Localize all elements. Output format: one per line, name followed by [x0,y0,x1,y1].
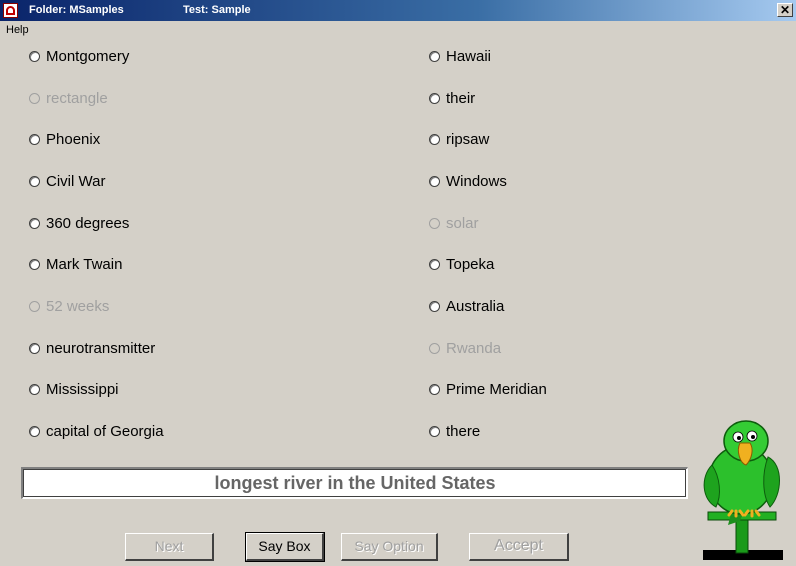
radio-button[interactable] [429,175,440,187]
say-option-button[interactable]: Say Option [341,533,438,561]
option-label: 52 weeks [46,297,110,315]
option-label: Topeka [446,255,495,273]
menu-bar: Help [0,21,796,39]
option-label: Mark Twain [46,255,123,273]
option-label: their [446,89,476,107]
answer-option[interactable]: Civil War [29,171,105,191]
radio-button[interactable] [29,50,40,62]
option-label: rectangle [46,89,108,107]
answer-option[interactable]: 360 degrees [29,213,129,233]
close-button[interactable]: ✕ [777,3,793,17]
answer-option[interactable]: ripsaw [429,129,489,149]
radio-button[interactable] [429,50,440,62]
radio-button[interactable] [29,92,40,104]
answer-option[interactable]: Hawaii [429,46,491,66]
radio-button[interactable] [429,342,440,354]
radio-button[interactable] [29,258,40,270]
radio-button[interactable] [429,300,440,312]
answer-option[interactable]: Prime Meridian [429,379,547,399]
radio-button[interactable] [429,383,440,395]
test-title: Test: Sample [183,4,251,16]
accept-button[interactable]: Accept [469,533,569,561]
option-label: Mississippi [46,380,119,398]
radio-button[interactable] [29,342,40,354]
option-label: neurotransmitter [46,339,156,357]
parrot-icon [703,420,783,560]
radio-button[interactable] [29,133,40,145]
option-label: there [446,422,481,440]
option-label: Hawaii [446,47,492,65]
option-label: Prime Meridian [446,380,547,398]
answer-option[interactable]: their [429,88,475,108]
menu-help[interactable]: Help [6,24,29,36]
answer-option[interactable]: Montgomery [29,46,129,66]
option-label: capital of Georgia [46,422,164,440]
radio-button[interactable] [429,258,440,270]
radio-button[interactable] [29,300,40,312]
question-text: longest river in the United States [214,473,496,493]
answer-option[interactable]: Rwanda [429,338,501,358]
radio-button[interactable] [29,425,40,437]
next-button[interactable]: Next [125,533,214,561]
radio-button[interactable] [29,217,40,229]
option-label: Windows [446,172,507,190]
radio-button[interactable] [429,425,440,437]
answer-option[interactable]: solar [429,213,479,233]
option-label: Montgomery [46,47,130,65]
question-box: longest river in the United States [21,467,688,499]
answer-option[interactable]: Phoenix [29,129,100,149]
answer-option[interactable]: Australia [429,296,504,316]
option-label: Phoenix [46,130,101,148]
answer-option[interactable]: capital of Georgia [29,421,164,441]
option-label: Rwanda [446,339,502,357]
radio-button[interactable] [29,383,40,395]
close-icon: ✕ [779,3,791,17]
answer-option[interactable]: there [429,421,480,441]
radio-button[interactable] [429,133,440,145]
answer-option[interactable]: 52 weeks [29,296,109,316]
answer-option[interactable]: neurotransmitter [29,338,155,358]
answer-option[interactable]: Mark Twain [29,254,122,274]
option-label: ripsaw [446,130,490,148]
answer-option[interactable]: Topeka [429,254,494,274]
radio-button[interactable] [29,175,40,187]
answer-option[interactable]: rectangle [29,88,108,108]
radio-button[interactable] [429,92,440,104]
answer-option[interactable]: Mississippi [29,379,119,399]
say-box-button[interactable]: Say Box [245,532,325,562]
option-label: Australia [446,297,505,315]
option-label: solar [446,214,479,232]
option-label: Civil War [46,172,106,190]
folder-title: Folder: MSamples [29,4,124,16]
option-label: 360 degrees [46,214,130,232]
radio-button[interactable] [429,217,440,229]
title-bar: Folder: MSamples Test: Sample ✕ [0,0,796,21]
app-logo-icon[interactable] [3,3,18,18]
answer-option[interactable]: Windows [429,171,507,191]
